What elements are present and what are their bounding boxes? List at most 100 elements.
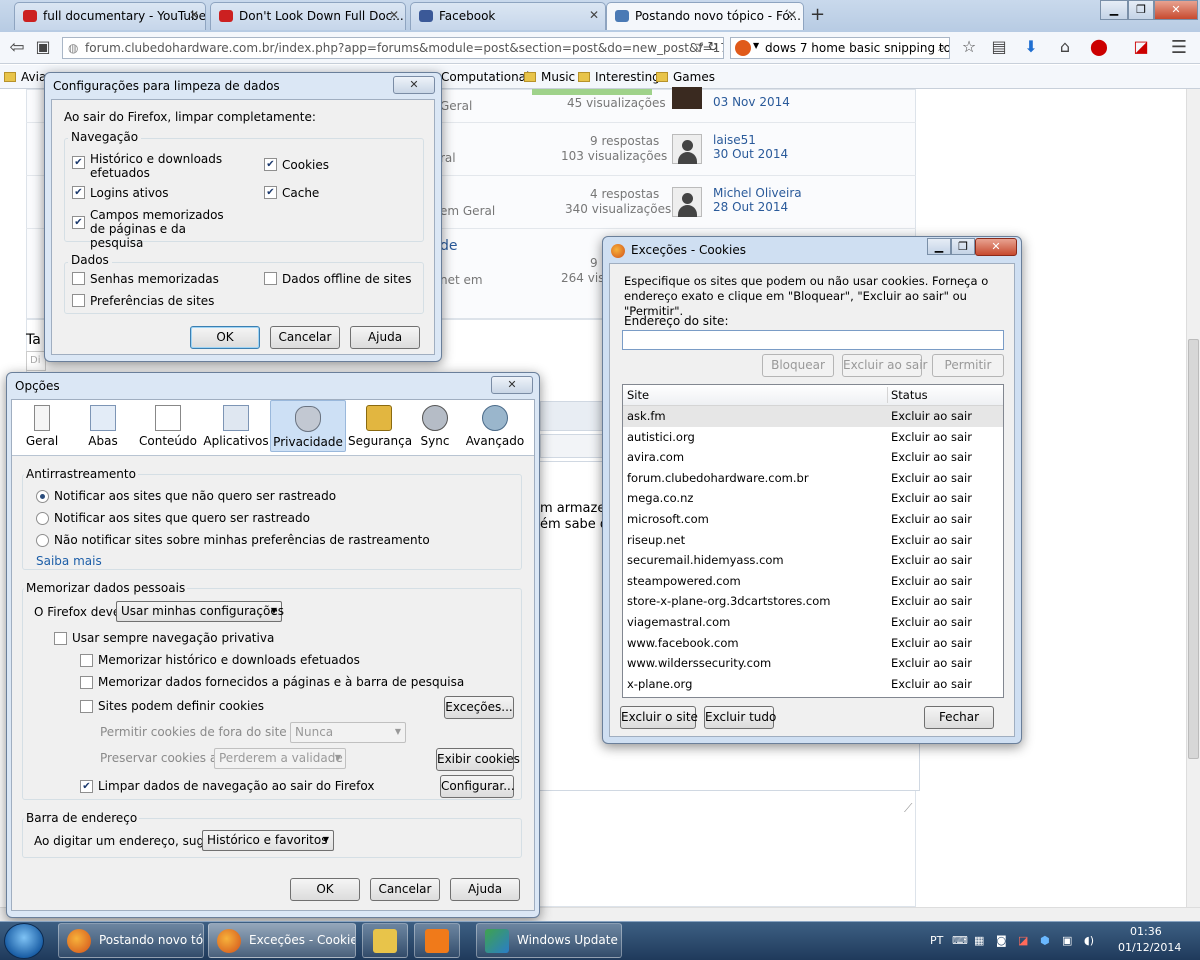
taskbar-cookie-exceptions[interactable]: Exceções - Cookies [208, 923, 356, 958]
offline-data-checkbox[interactable] [264, 272, 277, 285]
close-icon[interactable]: ✕ [975, 238, 1017, 256]
back-icon[interactable]: ⇦ [6, 37, 28, 58]
remove-site-button[interactable]: Excluir o site [620, 706, 698, 729]
third-party-cookies-select[interactable]: Nunca [290, 722, 406, 743]
close-icon[interactable]: ✕ [393, 76, 435, 94]
taskbar-firefox-post[interactable]: Postando novo tó... [58, 923, 204, 958]
clock-time[interactable]: 01:36 [1130, 925, 1162, 938]
list-item[interactable]: store-x-plane-org.3dcartstores.com Exclui… [623, 591, 1003, 612]
tab-postando[interactable]: Postando novo tópico - Fó... ✕ [606, 2, 804, 30]
minimize-button[interactable]: ▁ [927, 238, 951, 255]
close-tab-icon[interactable]: ✕ [787, 8, 797, 22]
volume-icon[interactable]: ◖) [1084, 934, 1094, 947]
close-button[interactable]: Fechar [924, 706, 994, 729]
tab-youtube[interactable]: full documentary - YouTube ✕ [14, 2, 206, 30]
close-tab-icon[interactable]: ✕ [389, 8, 399, 22]
form-history-checkbox[interactable]: ✔ [72, 216, 85, 229]
bookmark-avia[interactable]: Avia [4, 70, 46, 84]
pane-general[interactable]: Geral [16, 400, 68, 452]
list-item[interactable]: ask.fm Excluir ao sair [623, 406, 1003, 427]
display-icon[interactable]: ▣ [1062, 934, 1072, 947]
tags-input[interactable]: Di [26, 351, 46, 371]
remember-forms-checkbox[interactable] [80, 676, 93, 689]
pane-content[interactable]: Conteúdo [136, 400, 200, 452]
passwords-checkbox[interactable] [72, 272, 85, 285]
search-icon[interactable]: ⌕ [938, 40, 945, 55]
cancel-button[interactable]: Cancelar [370, 878, 440, 901]
pane-advanced[interactable]: Avançado [460, 400, 530, 452]
list-item[interactable]: steampowered.com Excluir ao sair [623, 571, 1003, 592]
close-tab-icon[interactable]: ✕ [189, 8, 199, 22]
col-status[interactable]: Status [891, 388, 928, 402]
tab-facebook[interactable]: Facebook ✕ [410, 2, 606, 30]
avira-icon[interactable]: ◪ [1018, 934, 1028, 947]
suggest-select[interactable]: Histórico e favoritos [202, 830, 334, 851]
bookmark-interesting[interactable]: Interesting [578, 70, 660, 84]
maximize-button[interactable]: ❐ [951, 238, 975, 255]
help-button[interactable]: Ajuda [450, 878, 520, 901]
accept-cookies-checkbox[interactable] [80, 700, 93, 713]
avira-icon[interactable]: ◪ [1130, 37, 1152, 56]
keep-cookies-select[interactable]: Perderem a validade [214, 748, 346, 769]
help-button[interactable]: Ajuda [350, 326, 420, 349]
taskbar-windows-update[interactable]: Windows Update [476, 923, 622, 958]
site-address-input[interactable] [622, 330, 1004, 350]
adblock-icon[interactable]: ⬤ [1088, 37, 1110, 56]
camera-icon[interactable]: ◙ [996, 934, 1007, 947]
pane-sync[interactable]: Sync [412, 400, 458, 452]
tab-dont-look-down[interactable]: Don't Look Down Full Doc... ✕ [210, 2, 406, 30]
pane-applications[interactable]: Aplicativos [202, 400, 270, 452]
settings-button[interactable]: Configurar... [440, 775, 515, 798]
list-item[interactable]: avira.com Excluir ao sair [623, 447, 1003, 468]
learn-more-link[interactable]: Saiba mais [36, 554, 102, 568]
network-icon[interactable]: ▦ [974, 934, 984, 947]
resize-grip-icon[interactable]: ⟋ [904, 801, 912, 816]
exceptions-button[interactable]: Exceções... [444, 696, 514, 719]
tracking-radio-3[interactable] [36, 534, 49, 547]
ok-button[interactable]: OK [290, 878, 360, 901]
url-bar[interactable]: ◍ forum.clubedohardware.com.br/index.php… [62, 37, 724, 59]
bookmark-music[interactable]: Music [524, 70, 575, 84]
remember-history-checkbox[interactable] [80, 654, 93, 667]
remove-all-button[interactable]: Excluir tudo [704, 706, 776, 729]
taskbar-media-player[interactable] [414, 923, 460, 958]
list-item[interactable]: forum.clubedohardware.com.br Excluir ao s… [623, 468, 1003, 489]
tracking-radio-2[interactable] [36, 512, 49, 525]
cache-checkbox[interactable]: ✔ [264, 186, 277, 199]
history-checkbox[interactable]: ✔ [72, 156, 85, 169]
bookmark-games[interactable]: Games [656, 70, 715, 84]
new-tab-icon[interactable]: + [810, 4, 825, 25]
list-item[interactable]: microsoft.com Excluir ao sair [623, 509, 1003, 530]
block-button[interactable]: Bloquear [762, 354, 834, 377]
clear-on-close-checkbox[interactable]: ✔ [80, 780, 93, 793]
list-item[interactable]: mega.co.nz Excluir ao sair [623, 488, 1003, 509]
menu-icon[interactable]: ☰ [1168, 37, 1190, 58]
identity-icon[interactable]: ▣ [32, 37, 54, 56]
cancel-button[interactable]: Cancelar [270, 326, 340, 349]
col-site[interactable]: Site [627, 388, 649, 402]
home-icon[interactable]: ⌂ [1054, 37, 1076, 56]
ok-button[interactable]: OK [190, 326, 260, 349]
active-logins-checkbox[interactable]: ✔ [72, 186, 85, 199]
session-button[interactable]: Excluir ao sair [842, 354, 927, 377]
site-preferences-checkbox[interactable] [72, 294, 85, 307]
maximize-button[interactable]: ❐ [1128, 0, 1154, 20]
downloads-icon[interactable]: ⬇ [1020, 37, 1042, 56]
list-item[interactable]: autistici.org Excluir ao sair [623, 427, 1003, 448]
pane-tabs[interactable]: Abas [72, 400, 134, 452]
pane-security[interactable]: Segurança [348, 400, 412, 452]
language-indicator[interactable]: PT [930, 934, 943, 947]
show-cookies-button[interactable]: Exibir cookies [436, 748, 520, 771]
close-tab-icon[interactable]: ✕ [589, 8, 599, 22]
list-item[interactable]: x-plane.org Excluir ao sair [623, 674, 1003, 695]
bookmarks-menu-icon[interactable]: ▤ [988, 37, 1010, 56]
list-item[interactable]: riseup.net Excluir ao sair [623, 530, 1003, 551]
tracking-radio-1[interactable] [36, 490, 49, 503]
private-browsing-checkbox[interactable] [54, 632, 67, 645]
list-item[interactable]: securemail.hidemyass.com Excluir ao sair [623, 550, 1003, 571]
scroll-thumb[interactable] [1188, 339, 1199, 759]
list-item[interactable]: www.facebook.com Excluir ao sair [623, 633, 1003, 654]
cookies-checkbox[interactable]: ✔ [264, 158, 277, 171]
close-icon[interactable]: ✕ [491, 376, 533, 394]
reload-icon[interactable]: ↻ [702, 40, 724, 55]
